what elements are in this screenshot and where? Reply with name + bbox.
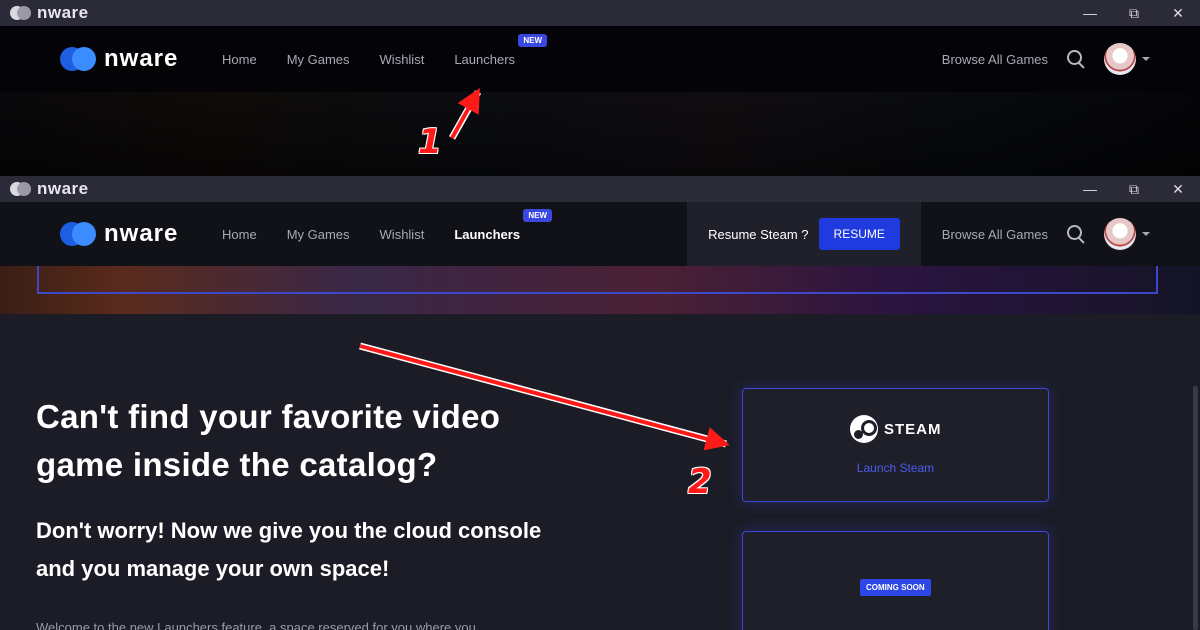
nav-launchers[interactable]: Launchers NEW [454, 33, 548, 67]
page-description: Welcome to the new Launchers feature, a … [36, 620, 476, 630]
nav-home[interactable]: Home [222, 52, 257, 67]
chevron-down-icon[interactable] [1142, 57, 1150, 61]
avatar[interactable] [1104, 218, 1136, 250]
nav-my-games[interactable]: My Games [287, 52, 350, 67]
search-icon[interactable] [1066, 224, 1086, 244]
resume-button[interactable]: RESUME [818, 218, 900, 250]
app-window-after: nware — ⧉ ✕ nware Home My Games Wishlist… [0, 176, 1200, 630]
title-bar: nware — ⧉ ✕ [0, 0, 1200, 26]
top-navbar: nware Home My Games Wishlist Launchers N… [0, 26, 1200, 92]
nav-launchers-label: Launchers [454, 226, 521, 242]
chevron-down-icon[interactable] [1142, 232, 1150, 236]
close-button[interactable]: ✕ [1156, 0, 1200, 26]
nav-wishlist[interactable]: Wishlist [380, 52, 425, 67]
steam-icon [850, 415, 878, 443]
titlebar-logo: nware [10, 3, 89, 23]
nav-my-games[interactable]: My Games [287, 227, 350, 242]
nav-launchers-label: Launchers [454, 51, 516, 67]
title-bar: nware — ⧉ ✕ [0, 176, 1200, 202]
nware-logo-icon [60, 47, 96, 71]
new-badge: NEW [523, 208, 553, 222]
brand-logo[interactable]: nware [60, 45, 178, 73]
minimize-button[interactable]: — [1068, 176, 1112, 202]
titlebar-logo: nware [10, 179, 89, 199]
nav-home[interactable]: Home [222, 227, 257, 242]
browse-all-games-link[interactable]: Browse All Games [942, 52, 1048, 67]
steam-launcher-card[interactable]: STEAM Launch Steam [742, 388, 1049, 502]
resume-session-panel: Resume Steam ? RESUME [687, 202, 921, 266]
close-button[interactable]: ✕ [1156, 176, 1200, 202]
launch-steam-link[interactable]: Launch Steam [743, 461, 1048, 475]
brand-name: nware [104, 220, 179, 247]
brand-logo[interactable]: nware [60, 220, 178, 248]
hero-frame [37, 266, 1158, 294]
page-subtitle: Don't worry! Now we give you the cloud c… [36, 518, 542, 581]
avatar[interactable] [1104, 43, 1136, 75]
browse-all-games-link[interactable]: Browse All Games [942, 227, 1048, 242]
titlebar-app-name: nware [37, 3, 89, 22]
nware-logo-icon [10, 181, 32, 197]
steam-logo: STEAM [850, 415, 942, 443]
nware-logo-icon [60, 222, 96, 246]
steam-logo-text: STEAM [884, 420, 942, 438]
nware-logo-icon [10, 5, 32, 21]
annotation-step-2: 2 [688, 462, 712, 502]
resume-prompt: Resume Steam ? [708, 226, 809, 242]
nav-launchers[interactable]: Launchers NEW [454, 208, 553, 242]
nav-wishlist[interactable]: Wishlist [380, 227, 425, 242]
restore-button[interactable]: ⧉ [1112, 176, 1156, 202]
nav-links: Home My Games Wishlist Launchers NEW [222, 33, 548, 67]
nav-links: Home My Games Wishlist Launchers NEW [222, 208, 553, 242]
restore-button[interactable]: ⧉ [1112, 0, 1156, 26]
page-title: Can't find your favorite video game insi… [36, 398, 501, 483]
minimize-button[interactable]: — [1068, 0, 1112, 26]
top-navbar: nware Home My Games Wishlist Launchers N… [0, 202, 1200, 266]
app-window-before: nware — ⧉ ✕ nware Home My Games Wishlist… [0, 0, 1200, 176]
coming-soon-card: COMING SOON [742, 531, 1049, 630]
annotation-step-1: 1 [418, 122, 442, 162]
search-icon[interactable] [1066, 49, 1086, 69]
coming-soon-badge: COMING SOON [860, 579, 931, 596]
new-badge: NEW [518, 33, 548, 47]
scrollbar[interactable] [1193, 386, 1198, 630]
brand-name: nware [104, 45, 179, 72]
titlebar-app-name: nware [37, 179, 89, 198]
